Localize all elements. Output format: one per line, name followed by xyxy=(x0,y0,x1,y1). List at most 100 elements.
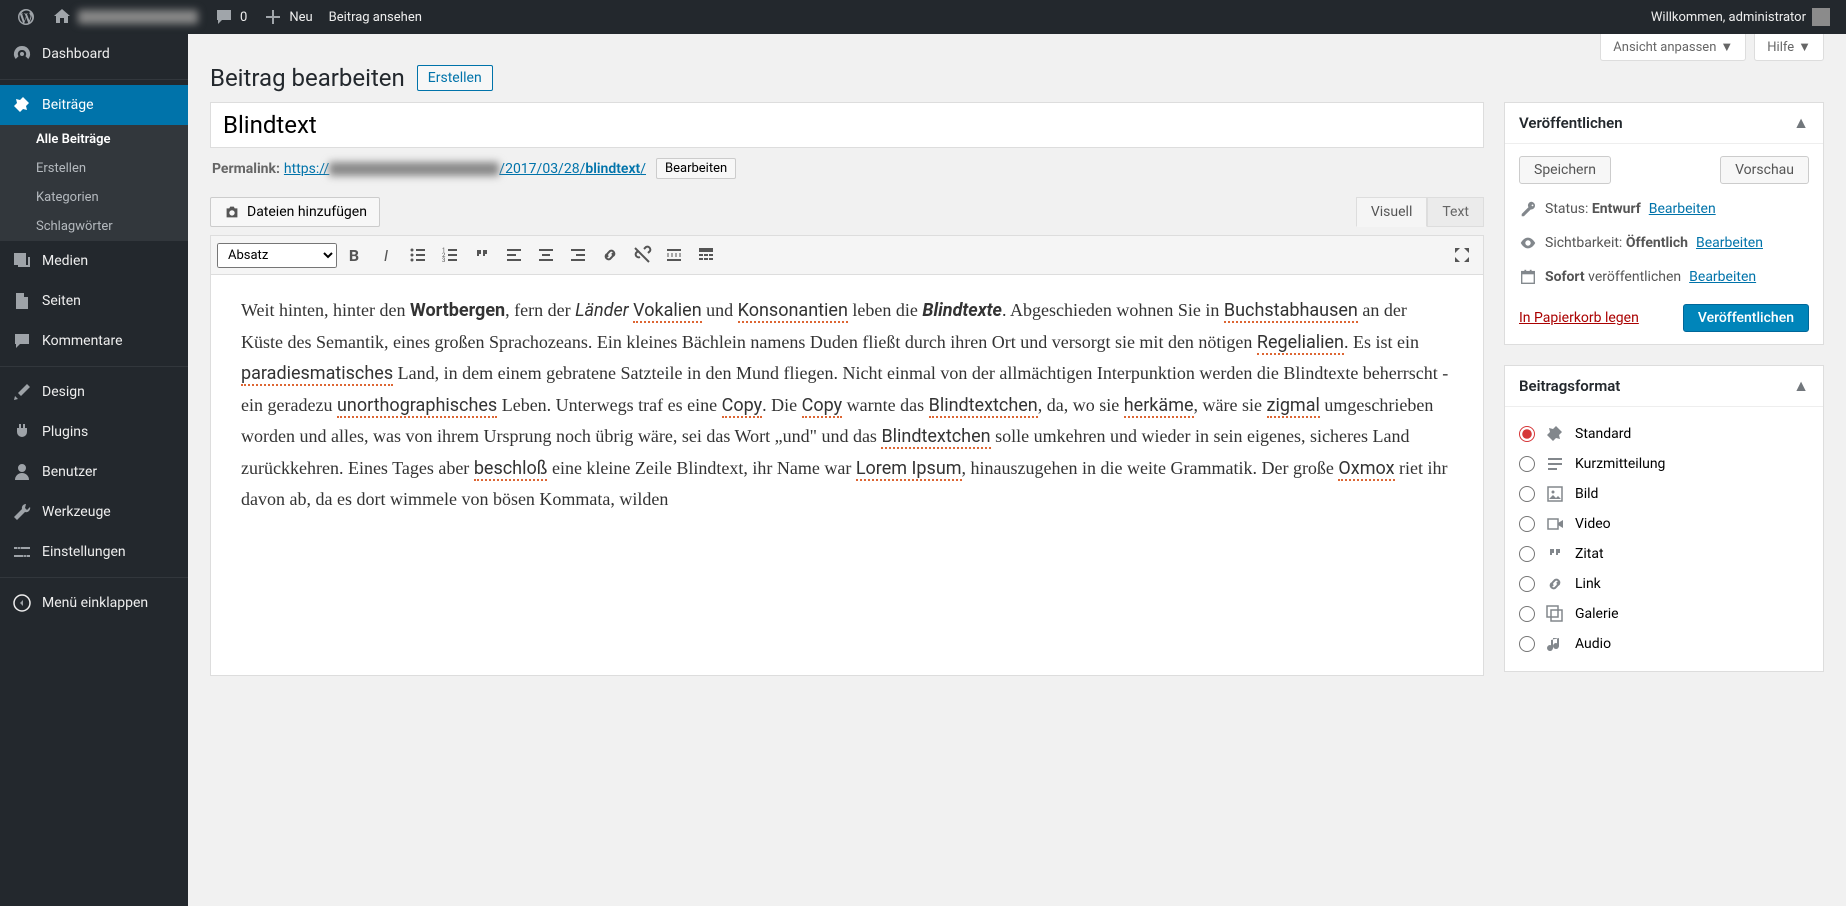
publish-button[interactable]: Veröffentlichen xyxy=(1683,304,1809,332)
format-list: Standard Kurzmitteilung BildVideoZitatLink… xyxy=(1519,419,1809,659)
menu-collapse[interactable]: Menü einklappen xyxy=(0,583,188,623)
edit-visibility-link[interactable]: Bearbeiten xyxy=(1696,235,1763,251)
format-option[interactable]: Audio xyxy=(1519,629,1809,659)
edit-schedule-link[interactable]: Bearbeiten xyxy=(1689,269,1756,285)
permalink-edit-button[interactable]: Bearbeiten xyxy=(656,158,736,179)
format-icon xyxy=(1545,424,1565,444)
menu-media[interactable]: Medien xyxy=(0,241,188,281)
read-more-button[interactable] xyxy=(659,240,689,270)
format-radio[interactable] xyxy=(1519,426,1535,442)
format-radio[interactable] xyxy=(1519,486,1535,502)
comment-count: 0 xyxy=(240,10,247,25)
format-option[interactable]: Zitat xyxy=(1519,539,1809,569)
format-icon xyxy=(1545,574,1565,594)
editor-toolbar: Absatz B I 123 xyxy=(211,236,1483,275)
format-icon xyxy=(1545,484,1565,504)
format-option[interactable]: Kurzmitteilung xyxy=(1519,449,1809,479)
toolbar-toggle-button[interactable] xyxy=(691,240,721,270)
wrench-icon xyxy=(12,502,32,522)
permalink-url[interactable]: https:///2017/03/28/blindtext/ xyxy=(284,161,646,177)
numbered-list-button[interactable]: 123 xyxy=(435,240,465,270)
format-icon xyxy=(1545,514,1565,534)
menu-tools[interactable]: Werkzeuge xyxy=(0,492,188,532)
key-icon xyxy=(1519,200,1537,218)
align-right-button[interactable] xyxy=(563,240,593,270)
edit-status-link[interactable]: Bearbeiten xyxy=(1649,201,1716,217)
post-title-input[interactable] xyxy=(210,102,1484,148)
comments-bubble[interactable]: 0 xyxy=(206,0,255,34)
view-post[interactable]: Beitrag ansehen xyxy=(321,0,430,34)
format-title: Beitragsformat xyxy=(1519,377,1620,395)
submenu-new-post[interactable]: Erstellen xyxy=(0,154,188,183)
format-metabox: Beitragsformat ▲ Standard Kurzmitteilung Bi… xyxy=(1504,365,1824,672)
site-home[interactable] xyxy=(44,0,206,34)
help-tab[interactable]: Hilfe ▼ xyxy=(1754,34,1824,61)
user-icon xyxy=(12,462,32,482)
format-radio[interactable] xyxy=(1519,516,1535,532)
format-icon xyxy=(1545,604,1565,624)
unlink-button[interactable] xyxy=(627,240,657,270)
menu-plugins[interactable]: Plugins xyxy=(0,412,188,452)
menu-posts[interactable]: Beiträge xyxy=(0,85,188,125)
permalink-label: Permalink: xyxy=(212,161,280,177)
new-content[interactable]: Neu xyxy=(255,0,320,34)
publish-title: Veröffentlichen xyxy=(1519,114,1623,132)
calendar-icon xyxy=(1519,268,1537,286)
dashboard-icon xyxy=(12,44,32,64)
format-radio[interactable] xyxy=(1519,546,1535,562)
sliders-icon xyxy=(12,542,32,562)
menu-comments[interactable]: Kommentare xyxy=(0,321,188,361)
tab-visual[interactable]: Visuell xyxy=(1356,197,1428,227)
menu-appearance[interactable]: Design xyxy=(0,372,188,412)
quote-button[interactable] xyxy=(467,240,497,270)
admin-sidebar: Dashboard Beiträge Alle Beiträge Erstell… xyxy=(0,34,188,906)
fullscreen-button[interactable] xyxy=(1447,240,1477,270)
wp-logo[interactable] xyxy=(8,0,44,34)
tab-text[interactable]: Text xyxy=(1427,197,1484,227)
editor-textarea[interactable]: Weit hinten, hinter den Wortbergen, fern… xyxy=(211,275,1483,675)
bullet-list-button[interactable] xyxy=(403,240,433,270)
submenu-all-posts[interactable]: Alle Beiträge xyxy=(0,125,188,154)
menu-pages[interactable]: Seiten xyxy=(0,281,188,321)
format-option[interactable]: Bild xyxy=(1519,479,1809,509)
content-area: Ansicht anpassen ▼ Hilfe ▼ Beitrag bearb… xyxy=(188,34,1846,906)
permalink-domain-redacted xyxy=(329,162,499,176)
format-select[interactable]: Absatz xyxy=(217,243,337,268)
italic-button[interactable]: I xyxy=(371,240,401,270)
submenu-categories[interactable]: Kategorien xyxy=(0,183,188,212)
save-draft-button[interactable]: Speichern xyxy=(1519,156,1611,184)
format-label: Galerie xyxy=(1575,606,1619,622)
align-center-button[interactable] xyxy=(531,240,561,270)
format-radio[interactable] xyxy=(1519,636,1535,652)
menu-settings[interactable]: Einstellungen xyxy=(0,532,188,572)
format-option[interactable]: Standard xyxy=(1519,419,1809,449)
editor-container: Absatz B I 123 xyxy=(210,235,1484,676)
format-option[interactable]: Galerie xyxy=(1519,599,1809,629)
menu-dashboard[interactable]: Dashboard xyxy=(0,34,188,74)
site-name-redacted xyxy=(78,10,198,24)
chevron-down-icon: ▼ xyxy=(1720,39,1733,55)
toggle-panel-icon[interactable]: ▲ xyxy=(1793,376,1809,396)
bold-button[interactable]: B xyxy=(339,240,369,270)
format-radio[interactable] xyxy=(1519,576,1535,592)
format-radio[interactable] xyxy=(1519,456,1535,472)
format-label: Kurzmitteilung xyxy=(1575,456,1665,472)
submenu-tags[interactable]: Schlagwörter xyxy=(0,212,188,241)
screen-options-tab[interactable]: Ansicht anpassen ▼ xyxy=(1600,34,1746,61)
move-to-trash-link[interactable]: In Papierkorb legen xyxy=(1519,310,1639,326)
user-greeting[interactable]: Willkommen, administrator xyxy=(1643,0,1838,34)
toggle-panel-icon[interactable]: ▲ xyxy=(1793,113,1809,133)
add-new-button[interactable]: Erstellen xyxy=(417,65,493,91)
visibility-row: Sichtbarkeit: Öffentlich Bearbeiten xyxy=(1519,226,1809,260)
add-media-button[interactable]: Dateien hinzufügen xyxy=(210,197,380,227)
format-radio[interactable] xyxy=(1519,606,1535,622)
menu-users[interactable]: Benutzer xyxy=(0,452,188,492)
format-option[interactable]: Video xyxy=(1519,509,1809,539)
link-button[interactable] xyxy=(595,240,625,270)
plus-icon xyxy=(263,7,283,27)
format-icon xyxy=(1545,634,1565,654)
format-option[interactable]: Link xyxy=(1519,569,1809,599)
align-left-button[interactable] xyxy=(499,240,529,270)
preview-button[interactable]: Vorschau xyxy=(1720,156,1809,184)
collapse-icon xyxy=(12,593,32,613)
